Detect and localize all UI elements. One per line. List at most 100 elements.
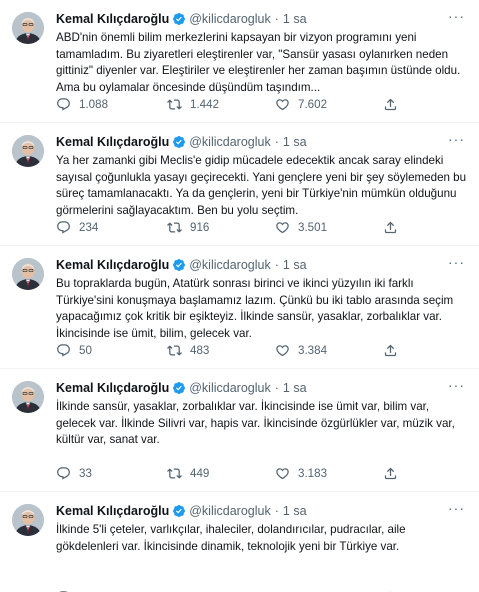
share-icon: [384, 344, 397, 357]
retweet-count: 483: [190, 344, 210, 357]
separator-dot: ·: [274, 258, 279, 272]
tweet-text: İlkinde sansür, yasaklar, zorbalıklar va…: [56, 400, 455, 446]
author-handle[interactable]: @kilicdarogluk: [189, 258, 270, 272]
like-count: 3.384: [298, 344, 328, 357]
avatar[interactable]: [12, 381, 44, 413]
profile-photo-icon: [12, 504, 44, 536]
avatar[interactable]: [12, 12, 44, 44]
verified-badge-icon: [172, 258, 186, 272]
author-handle[interactable]: @kilicdarogluk: [189, 381, 270, 395]
timestamp[interactable]: 1 sa: [283, 504, 307, 518]
like-button[interactable]: 3.384: [275, 343, 383, 358]
heart-icon: [276, 468, 289, 480]
tweet-header: Kemal Kılıçdaroğlu @kilicdarogluk · 1 sa: [56, 502, 467, 520]
timestamp[interactable]: 1 sa: [283, 135, 307, 149]
reply-button[interactable]: 234: [56, 220, 167, 235]
tweet-content: Kemal Kılıçdaroğlu @kilicdarogluk · 1 sa…: [56, 502, 467, 592]
tweet-actions: 1.088 1.442 7.602: [56, 97, 403, 112]
timestamp[interactable]: 1 sa: [283, 381, 307, 395]
verified-badge-icon: [172, 504, 186, 518]
like-button[interactable]: 7.602: [275, 97, 383, 112]
separator-dot: ·: [274, 135, 279, 149]
like-button[interactable]: 3.183: [275, 466, 383, 481]
author-name[interactable]: Kemal Kılıçdaroğlu: [56, 504, 169, 518]
avatar[interactable]: [12, 135, 44, 167]
reply-button[interactable]: 1.088: [56, 97, 167, 112]
reply-icon: [57, 221, 70, 234]
retweet-icon: [167, 468, 182, 479]
reply-icon: [57, 98, 70, 111]
tweet-text: Ya her zamanki gibi Meclis'e gidip mücad…: [56, 154, 467, 217]
timestamp[interactable]: 1 sa: [283, 258, 307, 272]
separator-dot: ·: [274, 381, 279, 395]
heart-icon: [276, 99, 289, 111]
like-button[interactable]: 3.501: [275, 220, 383, 235]
reply-button[interactable]: 33: [56, 466, 167, 481]
like-count: 3.183: [298, 467, 328, 480]
share-button[interactable]: [383, 97, 403, 112]
tweet[interactable]: Kemal Kılıçdaroğlu @kilicdarogluk · 1 sa…: [0, 246, 479, 369]
share-icon: [384, 221, 397, 234]
author-handle[interactable]: @kilicdarogluk: [189, 504, 270, 518]
profile-photo-icon: [12, 258, 44, 290]
more-icon[interactable]: ···: [448, 501, 465, 515]
share-button[interactable]: [383, 220, 403, 235]
reply-icon: [57, 344, 70, 357]
retweet-count: 1.442: [190, 98, 220, 111]
more-icon[interactable]: ···: [448, 9, 465, 23]
reply-icon: [57, 467, 70, 480]
tweet-header: Kemal Kılıçdaroğlu @kilicdarogluk · 1 sa: [56, 256, 467, 274]
author-handle[interactable]: @kilicdarogluk: [189, 12, 270, 26]
author-name[interactable]: Kemal Kılıçdaroğlu: [56, 135, 169, 149]
tweet-header: Kemal Kılıçdaroğlu @kilicdarogluk · 1 sa: [56, 133, 467, 151]
retweet-button[interactable]: 483: [167, 343, 275, 358]
more-icon[interactable]: ···: [448, 132, 465, 146]
tweet[interactable]: Kemal Kılıçdaroğlu @kilicdarogluk · 1 sa…: [0, 492, 479, 592]
tweet-text: İlkinde 5'li çeteler, varlıkçılar, ihale…: [56, 523, 406, 553]
retweet-button[interactable]: 449: [167, 466, 275, 481]
reply-count: 50: [79, 344, 92, 357]
retweet-icon: [167, 345, 182, 356]
retweet-count: 916: [190, 221, 210, 234]
avatar[interactable]: [12, 258, 44, 290]
reply-button[interactable]: 50: [56, 343, 167, 358]
verified-badge-icon: [172, 12, 186, 26]
tweet-text: ABD'nin önemli bilim merkezlerini kapsay…: [56, 31, 461, 94]
avatar[interactable]: [12, 504, 44, 536]
retweet-button[interactable]: 916: [167, 220, 275, 235]
tweet-header: Kemal Kılıçdaroğlu @kilicdarogluk · 1 sa: [56, 10, 467, 28]
author-handle[interactable]: @kilicdarogluk: [189, 135, 270, 149]
tweet-feed: Kemal Kılıçdaroğlu @kilicdarogluk · 1 sa…: [0, 0, 479, 592]
separator-dot: ·: [274, 12, 279, 26]
author-name[interactable]: Kemal Kılıçdaroğlu: [56, 12, 169, 26]
tweet-text: Bu topraklarda bugün, Atatürk sonrası bi…: [56, 277, 454, 340]
tweet-actions: 234 916 3.501: [56, 220, 403, 235]
tweet[interactable]: Kemal Kılıçdaroğlu @kilicdarogluk · 1 sa…: [0, 369, 479, 492]
more-icon[interactable]: ···: [448, 378, 465, 392]
share-button[interactable]: [383, 466, 403, 481]
share-button[interactable]: [383, 343, 403, 358]
heart-icon: [276, 345, 289, 357]
retweet-button[interactable]: 1.442: [167, 97, 275, 112]
tweet-header: Kemal Kılıçdaroğlu @kilicdarogluk · 1 sa: [56, 379, 467, 397]
retweet-icon: [167, 222, 182, 233]
reply-count: 234: [79, 221, 99, 234]
tweet-actions: 50 483 3.384: [56, 343, 403, 358]
more-icon[interactable]: ···: [448, 255, 465, 269]
author-name[interactable]: Kemal Kılıçdaroğlu: [56, 258, 169, 272]
like-count: 7.602: [298, 98, 328, 111]
reply-count: 1.088: [79, 98, 109, 111]
tweet[interactable]: Kemal Kılıçdaroğlu @kilicdarogluk · 1 sa…: [0, 0, 479, 123]
tweet-actions: 33 449 3.183: [56, 466, 403, 481]
timestamp[interactable]: 1 sa: [283, 12, 307, 26]
retweet-count: 449: [190, 467, 210, 480]
share-icon: [384, 98, 397, 111]
profile-photo-icon: [12, 135, 44, 167]
profile-photo-icon: [12, 12, 44, 44]
heart-icon: [276, 222, 289, 234]
verified-badge-icon: [172, 381, 186, 395]
share-icon: [384, 467, 397, 480]
author-name[interactable]: Kemal Kılıçdaroğlu: [56, 381, 169, 395]
verified-badge-icon: [172, 135, 186, 149]
tweet[interactable]: Kemal Kılıçdaroğlu @kilicdarogluk · 1 sa…: [0, 123, 479, 246]
